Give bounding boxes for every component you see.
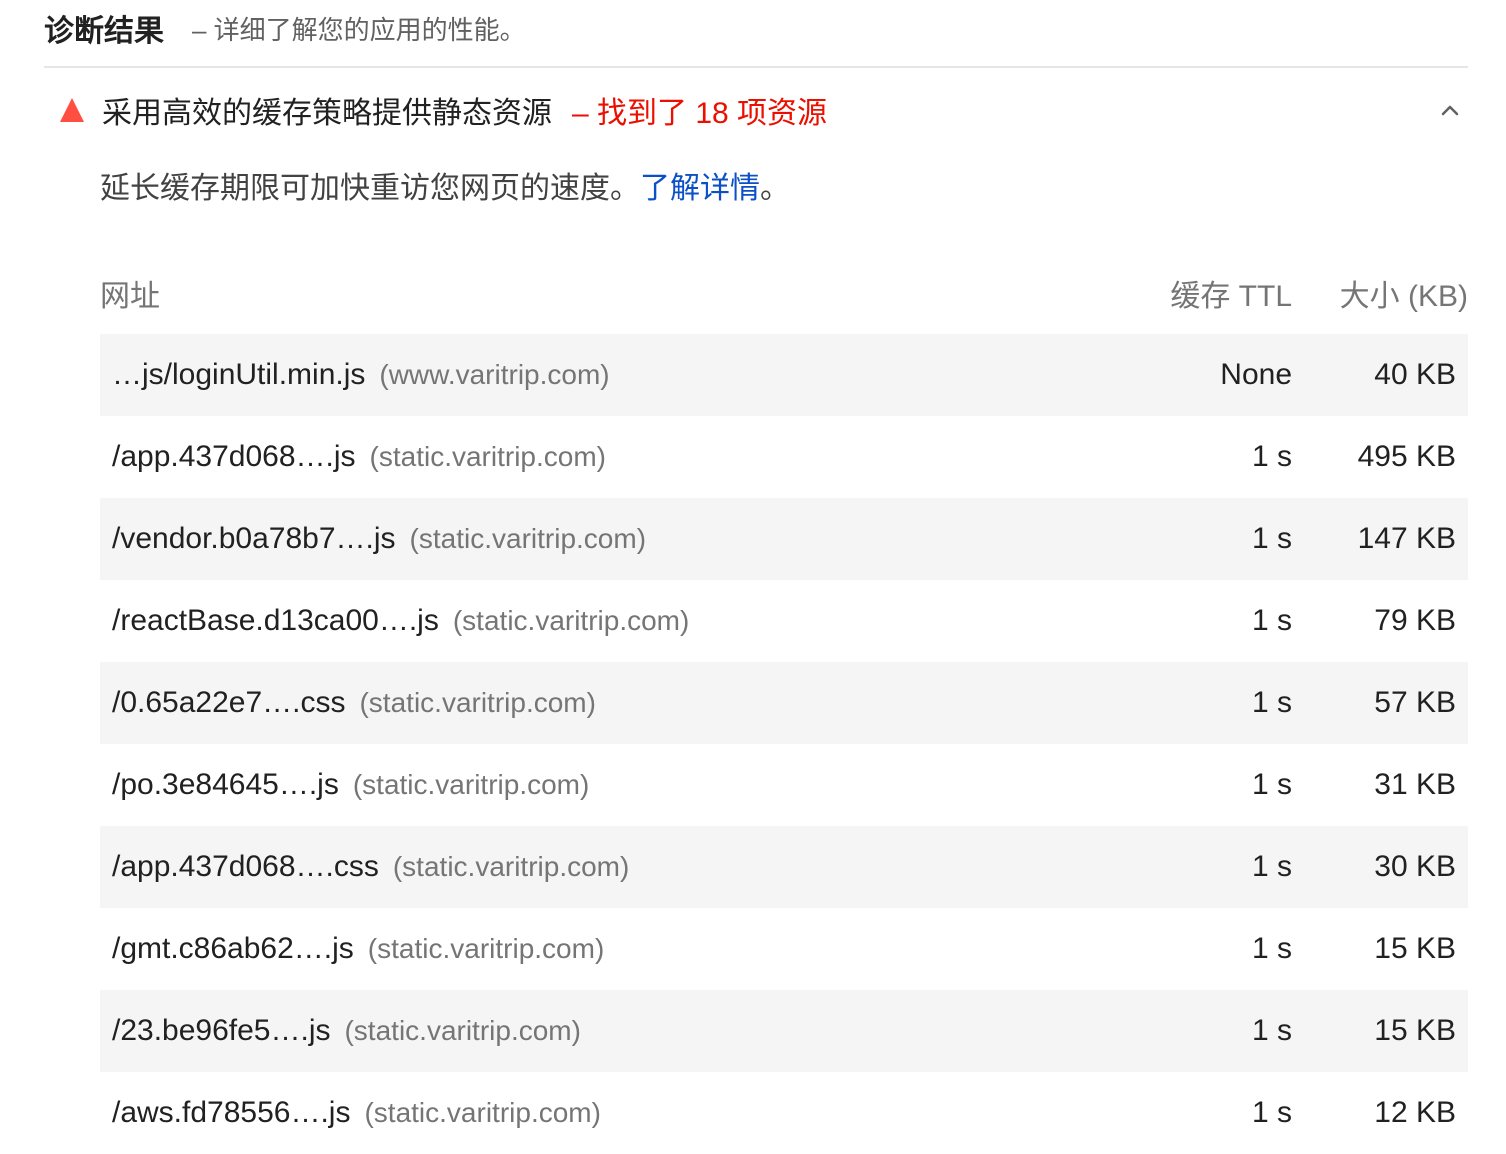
url-cell: /vendor.b0a78b7….js (static.varitrip.com): [100, 522, 1092, 556]
audit-title: 采用高效的缓存策略提供静态资源: [102, 97, 552, 130]
url-path: /app.437d068….css: [112, 850, 379, 883]
url-cell: /app.437d068….js (static.varitrip.com): [100, 440, 1092, 474]
url-path: /0.65a22e7….css: [112, 686, 346, 719]
url-host: (static.varitrip.com): [364, 1097, 601, 1128]
url-cell: /app.437d068….css (static.varitrip.com): [100, 850, 1092, 884]
fail-triangle-icon: [52, 90, 92, 130]
url-host: (www.varitrip.com): [379, 359, 610, 390]
ttl-cell: None: [1220, 358, 1292, 391]
size-cell: 495 KB: [1357, 440, 1456, 473]
table-row: /gmt.c86ab62….js (static.varitrip.com) 1 …: [100, 908, 1468, 990]
ttl-cell: 1 s: [1251, 686, 1292, 719]
ttl-cell: 1 s: [1251, 604, 1292, 637]
url-cell: /reactBase.d13ca00….js (static.varitrip.c…: [100, 604, 1092, 638]
url-host: (static.varitrip.com): [359, 687, 596, 718]
ttl-cell: 1 s: [1251, 932, 1292, 965]
section-description: – 详细了解您的应用的性能。: [192, 14, 526, 45]
table-row: /vendor.b0a78b7….js (static.varitrip.com)…: [100, 498, 1468, 580]
url-host: (static.varitrip.com): [409, 523, 647, 554]
table-row: /app.437d068….js (static.varitrip.com) 1 …: [100, 416, 1468, 498]
size-cell: 147 KB: [1357, 522, 1456, 555]
size-cell: 31 KB: [1374, 768, 1456, 801]
audit-description: 延长缓存期限可加快重访您网页的速度。了解详情。: [100, 164, 790, 214]
url-path: /po.3e84645….js: [112, 768, 339, 801]
audit-summary-toggle[interactable]: 采用高效的缓存策略提供静态资源 – 找到了 18 项资源: [44, 78, 1468, 142]
chevron-up-icon[interactable]: [1432, 92, 1468, 128]
table-row: /reactBase.d13ca00….js (static.varitrip.c…: [100, 580, 1468, 662]
url-host: (static.varitrip.com): [352, 769, 590, 800]
ttl-cell: 1 s: [1251, 768, 1292, 801]
url-path: /reactBase.d13ca00….js: [112, 604, 439, 637]
size-cell: 79 KB: [1374, 604, 1456, 637]
url-cell: /23.be96fe5….js (static.varitrip.com): [100, 1014, 1092, 1048]
ttl-cell: 1 s: [1251, 850, 1292, 883]
url-path: /23.be96fe5….js: [112, 1014, 331, 1047]
table-row: /po.3e84645….js (static.varitrip.com) 1 s…: [100, 744, 1468, 826]
table-row: /23.be96fe5….js (static.varitrip.com) 1 s…: [100, 990, 1468, 1072]
table-row: /app.437d068….css (static.varitrip.com) 1…: [100, 826, 1468, 908]
divider: [44, 66, 1468, 68]
url-path: …js/loginUtil.min.js: [112, 358, 366, 391]
diagnostics-header: 诊断结果 – 详细了解您的应用的性能。: [44, 0, 526, 56]
resources-table: 网址 缓存 TTL 大小 (KB) …js/loginUtil.min.js (w…: [100, 252, 1468, 1154]
url-host: (static.varitrip.com): [344, 1015, 581, 1046]
size-cell: 57 KB: [1374, 686, 1456, 719]
ttl-cell: 1 s: [1251, 1096, 1292, 1129]
table-header: 网址 缓存 TTL 大小 (KB): [100, 252, 1468, 334]
size-cell: 15 KB: [1374, 1014, 1456, 1047]
url-host: (static.varitrip.com): [452, 605, 690, 636]
table-row: /aws.fd78556….js (static.varitrip.com) 1 …: [100, 1072, 1468, 1154]
url-cell: /aws.fd78556….js (static.varitrip.com): [100, 1096, 1092, 1130]
size-cell: 12 KB: [1374, 1096, 1456, 1129]
column-header-url: 网址: [100, 280, 160, 313]
url-host: (static.varitrip.com): [369, 441, 606, 472]
url-cell: /gmt.c86ab62….js (static.varitrip.com): [100, 932, 1092, 966]
column-header-ttl: 缓存 TTL: [1170, 280, 1292, 313]
url-path: /gmt.c86ab62….js: [112, 932, 354, 965]
url-path: /vendor.b0a78b7….js: [112, 522, 396, 555]
audit-description-text: 延长缓存期限可加快重访您网页的速度。: [100, 172, 640, 205]
ttl-cell: 1 s: [1251, 1014, 1292, 1047]
size-cell: 15 KB: [1374, 932, 1456, 965]
audit-description-end: 。: [760, 172, 790, 205]
url-host: (static.varitrip.com): [367, 933, 605, 964]
url-path: /aws.fd78556….js: [112, 1096, 351, 1129]
url-path: /app.437d068….js: [112, 440, 356, 473]
url-cell: …js/loginUtil.min.js (www.varitrip.com): [100, 358, 1092, 392]
size-cell: 30 KB: [1374, 850, 1456, 883]
ttl-cell: 1 s: [1251, 522, 1292, 555]
section-title: 诊断结果: [44, 15, 164, 48]
table-row: …js/loginUtil.min.js (www.varitrip.com) N…: [100, 334, 1468, 416]
ttl-cell: 1 s: [1251, 440, 1292, 473]
size-cell: 40 KB: [1374, 358, 1456, 391]
column-header-size: 大小 (KB): [1339, 280, 1468, 313]
audit-display-value: – 找到了 18 项资源: [572, 97, 828, 130]
learn-more-link[interactable]: 了解详情: [640, 172, 760, 205]
url-cell: /po.3e84645….js (static.varitrip.com): [100, 768, 1092, 802]
url-host: (static.varitrip.com): [392, 851, 630, 882]
url-cell: /0.65a22e7….css (static.varitrip.com): [100, 686, 1092, 720]
table-row: /0.65a22e7….css (static.varitrip.com) 1 s…: [100, 662, 1468, 744]
